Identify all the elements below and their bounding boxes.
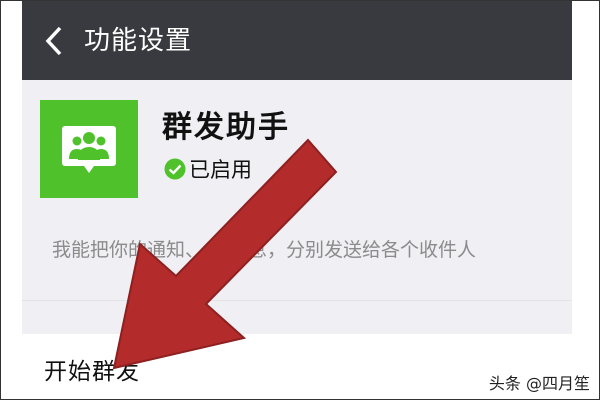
- watermark: 头条 @四月笙: [488, 374, 590, 393]
- image-border: [0, 0, 600, 400]
